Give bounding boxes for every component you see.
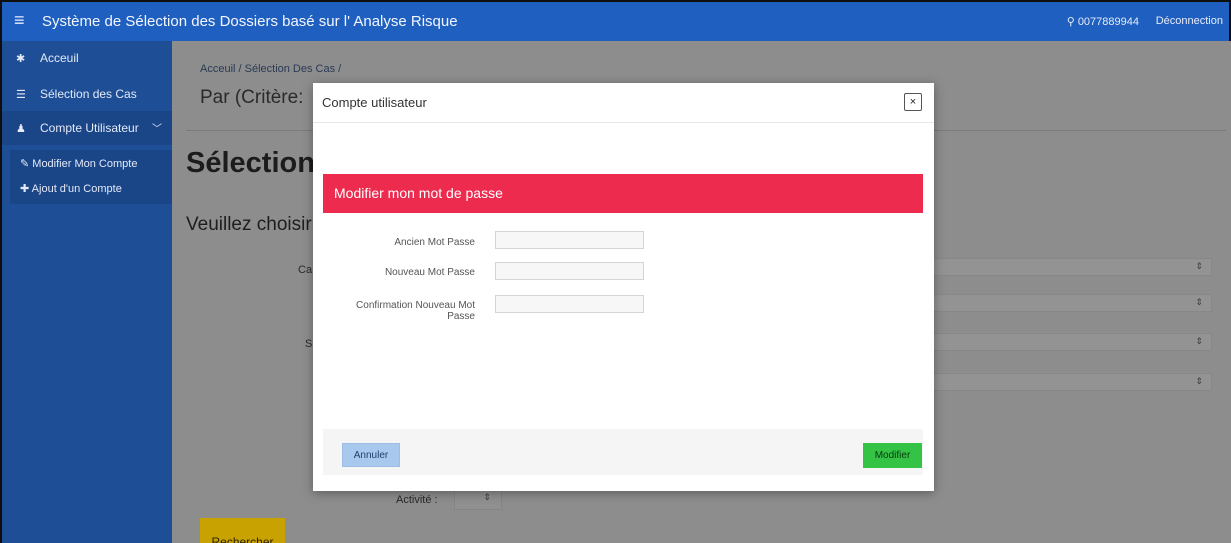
new-password-label: Nouveau Mot Passe [384,267,475,278]
sidebar-subitem-label: Modifier Mon Compte [32,158,138,170]
modify-button[interactable]: Modifier [863,443,922,468]
search-button[interactable]: Rechercher [200,518,285,543]
confirm-password-label: Confirmation Nouveau Mot Passe [325,300,475,322]
new-password-input[interactable] [495,262,644,280]
chevron-down-icon: ﹀ [152,124,163,135]
close-icon: × [909,96,917,108]
sidebar-item-acceuil[interactable]: ✱ Acceuil [2,41,172,75]
sidebar: ✱ Acceuil ☰ Sélection des Cas ♟ Compte Util… [0,41,172,543]
cancel-button[interactable]: Annuler [342,443,400,467]
bg-select[interactable]: ⇕ [932,294,1212,312]
section-subtitle: Veuillez choisir [186,214,312,235]
home-icon: ✱ [16,53,26,65]
bg-select[interactable]: ⇕ [932,333,1212,351]
old-password-label: Ancien Mot Passe [394,237,475,248]
sidebar-subitem-ajout-compte[interactable]: ✚ Ajout d'un Compte [2,177,172,201]
sidebar-subitem-label: Ajout d'un Compte [31,183,122,195]
select-arrows-icon: ⇕ [483,492,491,502]
panel-footer [323,429,923,475]
bg-select[interactable]: ⇕ [932,258,1212,276]
logout-link[interactable]: Déconnection [1156,15,1223,27]
pencil-icon: ✎ [20,158,30,170]
confirm-password-label-line1: Confirmation Nouveau Mot [356,300,475,311]
account-modal: Compte utilisateur × Modifier mon mot de… [313,83,934,491]
sidebar-subitem-modifier-mon-compte[interactable]: ✎ Modifier Mon Compte [2,152,172,176]
sidebar-item-label: Acceuil [40,51,79,65]
users-icon: ♟ [16,123,26,135]
user-id: 0077889944 [1077,16,1139,28]
activite-label: Activité : [396,494,438,506]
sidebar-item-selection-des-cas[interactable]: ☰ Sélection des Cas [2,77,172,111]
app-title: Système de Sélection des Dossiers basé s… [42,13,458,30]
select-arrows-icon: ⇕ [1195,297,1203,307]
sidebar-item-compte-utilisateur[interactable]: ♟ Compte Utilisateur ﹀ [2,111,172,145]
bg-select[interactable]: ⇕ [932,373,1212,391]
modal-title: Compte utilisateur [322,95,427,110]
confirm-password-label-line2: Passe [447,311,475,322]
bg-field-label: Ca [298,264,313,276]
sidebar-item-label: Compte Utilisateur [40,121,139,135]
user-account-link[interactable]: ⚲ 0077889944 [1067,15,1139,28]
list-icon: ☰ [16,89,26,101]
close-button[interactable]: × [904,93,922,111]
top-navbar: ≡ Système de Sélection des Dossiers basé… [0,0,1231,41]
page-title: Par (Critère: [200,87,304,108]
password-panel: Modifier mon mot de passe Ancien Mot Pas… [323,174,923,475]
plus-icon: ✚ [20,183,30,195]
select-arrows-icon: ⇕ [1195,336,1203,346]
section-title: Sélection [186,147,315,179]
sidebar-item-label: Sélection des Cas [40,87,137,101]
panel-title: Modifier mon mot de passe [323,174,923,213]
activite-select[interactable]: ⇕ [454,488,502,510]
modal-header: Compte utilisateur × [313,83,934,123]
select-arrows-icon: ⇕ [1195,261,1203,271]
confirm-password-input[interactable] [495,295,644,313]
user-icon: ⚲ [1066,16,1075,28]
hamburger-icon[interactable]: ≡ [14,10,25,31]
breadcrumb[interactable]: Acceuil / Sélection Des Cas / [200,63,341,75]
old-password-input[interactable] [495,231,644,249]
bg-field-label: S [305,338,313,350]
select-arrows-icon: ⇕ [1195,376,1203,386]
